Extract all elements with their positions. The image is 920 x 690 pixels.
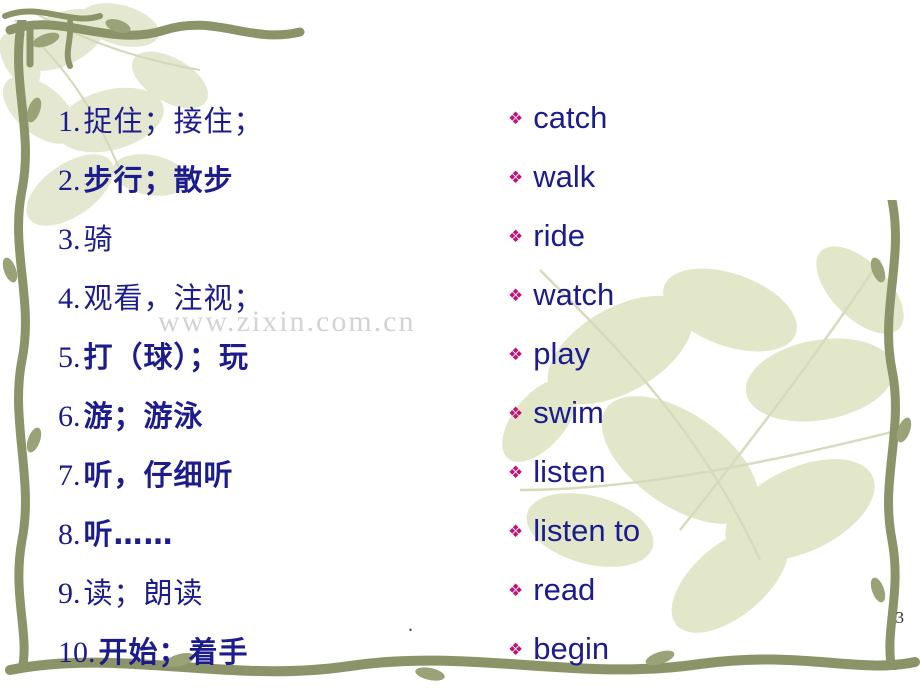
list-item-cn-4: 4. 观看，注视； bbox=[58, 275, 498, 317]
diamond-bullet-icon: ❖ bbox=[508, 463, 524, 482]
item-number: 3. bbox=[58, 223, 81, 256]
diamond-bullet-icon: ❖ bbox=[508, 168, 524, 187]
list-item-en-1: ❖ catch bbox=[508, 100, 908, 136]
item-english: read bbox=[533, 572, 596, 607]
list-item-cn-7: 7. 听，仔细听 bbox=[58, 452, 498, 494]
page-number: 3 bbox=[895, 608, 905, 627]
list-item-en-4: ❖ watch bbox=[508, 277, 908, 313]
item-number: 2. bbox=[58, 164, 81, 197]
item-number: 5. bbox=[58, 341, 81, 374]
list-item-en-9: ❖ read bbox=[508, 572, 908, 608]
item-chinese: 听，仔细听 bbox=[83, 458, 234, 492]
list-item-en-7: ❖ listen bbox=[508, 454, 908, 490]
item-english: begin bbox=[533, 631, 610, 666]
item-chinese: 读；朗读 bbox=[83, 576, 204, 610]
item-english: swim bbox=[533, 395, 604, 430]
list-item-en-8: ❖ listen to bbox=[508, 513, 908, 549]
slide: 1. 捉住；接住； 2. 步行；散步 3. 骑 4. 观看，注视； 5. 打（球… bbox=[0, 0, 920, 690]
item-english: ride bbox=[533, 218, 585, 253]
list-item-en-3: ❖ ride bbox=[508, 218, 908, 254]
list-item-cn-6: 6. 游；游泳 bbox=[58, 393, 498, 435]
item-number: 7. bbox=[58, 459, 81, 492]
list-item-cn-9: 9. 读；朗读 bbox=[58, 570, 498, 612]
item-english: walk bbox=[533, 159, 596, 194]
item-chinese: 听…… bbox=[83, 517, 174, 551]
item-number: 10. bbox=[58, 636, 96, 669]
list-item-en-2: ❖ walk bbox=[508, 159, 908, 195]
item-number: 4. bbox=[58, 282, 81, 315]
item-english: listen bbox=[533, 454, 606, 489]
item-number: 8. bbox=[58, 518, 81, 551]
item-english: catch bbox=[533, 100, 608, 135]
list-item-cn-1: 1. 捉住；接住； bbox=[58, 98, 498, 140]
item-chinese: 开始；着手 bbox=[98, 635, 249, 669]
item-chinese: 打（球）；玩 bbox=[83, 340, 250, 374]
item-chinese: 游；游泳 bbox=[83, 399, 204, 433]
item-number: 1. bbox=[58, 105, 81, 138]
diamond-bullet-icon: ❖ bbox=[508, 109, 524, 128]
diamond-bullet-icon: ❖ bbox=[508, 581, 524, 600]
list-item-en-6: ❖ swim bbox=[508, 395, 908, 431]
list-item-en-5: ❖ play bbox=[508, 336, 908, 372]
diamond-bullet-icon: ❖ bbox=[508, 345, 524, 364]
center-dot-mark: . bbox=[408, 614, 413, 636]
diamond-bullet-icon: ❖ bbox=[508, 404, 524, 423]
list-item-cn-3: 3. 骑 bbox=[58, 216, 498, 258]
list-item-en-10: ❖ begin bbox=[508, 631, 908, 667]
item-chinese: 捉住；接住； bbox=[83, 104, 264, 138]
item-chinese: 观看，注视； bbox=[83, 281, 264, 315]
diamond-bullet-icon: ❖ bbox=[508, 227, 524, 246]
list-item-cn-2: 2. 步行；散步 bbox=[58, 157, 498, 199]
item-english: listen to bbox=[533, 513, 641, 548]
item-number: 6. bbox=[58, 400, 81, 433]
item-chinese: 骑 bbox=[83, 222, 114, 256]
vocabulary-list: 1. 捉住；接住； 2. 步行；散步 3. 骑 4. 观看，注视； 5. 打（球… bbox=[0, 0, 920, 690]
item-chinese: 步行；散步 bbox=[83, 163, 234, 197]
diamond-bullet-icon: ❖ bbox=[508, 522, 524, 541]
diamond-bullet-icon: ❖ bbox=[508, 640, 524, 659]
list-item-cn-5: 5. 打（球）；玩 bbox=[58, 334, 498, 376]
list-item-cn-8: 8. 听…… bbox=[58, 511, 498, 553]
diamond-bullet-icon: ❖ bbox=[508, 286, 524, 305]
item-english: watch bbox=[533, 277, 615, 312]
item-number: 9. bbox=[58, 577, 81, 610]
list-item-cn-10: 10. 开始；着手 bbox=[58, 629, 498, 671]
item-english: play bbox=[533, 336, 591, 371]
